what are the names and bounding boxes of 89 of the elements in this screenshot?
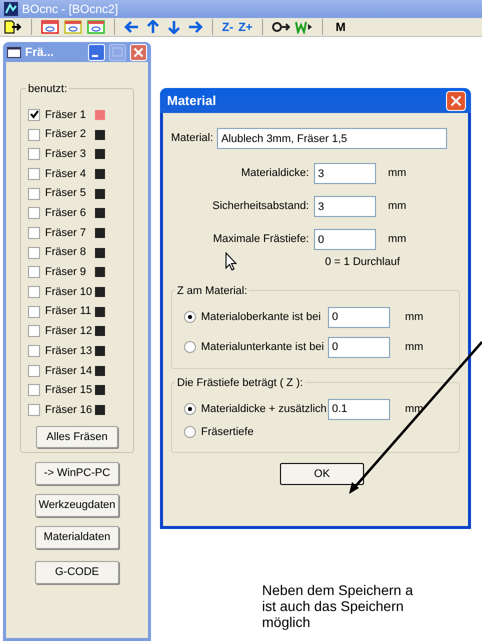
- dialog-title: Material: [167, 92, 216, 110]
- window-title: BOcnc - [BOcnc2]: [22, 1, 118, 18]
- radio-label: Materialunterkante ist bei: [201, 340, 325, 355]
- input-field[interactable]: Alublech 3mm, Fräser 1,5: [217, 128, 448, 149]
- input-field[interactable]: 0: [328, 336, 390, 358]
- checkbox[interactable]: [28, 188, 40, 200]
- checkbox-label: Fräser 2: [45, 127, 87, 142]
- input-field[interactable]: 3: [314, 196, 376, 217]
- checkbox-label: Fräser 10: [45, 284, 94, 300]
- radio-label: Materialdicke + zusätzlich: [201, 402, 328, 417]
- w-arrow-icon[interactable]: [294, 20, 313, 34]
- side-button[interactable]: Materialdaten: [35, 526, 119, 549]
- checkbox-label: Fräser 8: [45, 245, 87, 260]
- arrow-icon[interactable]: [166, 20, 182, 34]
- checkbox[interactable]: [28, 286, 40, 298]
- checkbox[interactable]: [28, 345, 40, 358]
- radio-label: Fräsertiefe: [201, 424, 255, 440]
- checkbox[interactable]: [28, 246, 40, 259]
- annotation-text: Neben dem Speichern a: [262, 582, 413, 598]
- checkbox[interactable]: [28, 266, 40, 278]
- frame-icon[interactable]: [64, 20, 82, 34]
- arrow-icon[interactable]: [187, 20, 203, 34]
- unit-label: mm: [405, 310, 424, 325]
- input-field[interactable]: 0: [314, 229, 376, 250]
- app-icon: [4, 2, 18, 16]
- checkbox-label: Fräser 7: [45, 226, 87, 241]
- checkbox[interactable]: [28, 168, 40, 180]
- checkbox-label: Fräser 12: [45, 324, 94, 340]
- unit-label: mm: [388, 232, 406, 248]
- close-icon[interactable]: [446, 90, 466, 110]
- export-icon[interactable]: [4, 20, 22, 34]
- side-button[interactable]: G-CODE: [35, 561, 119, 584]
- checkbox[interactable]: [28, 364, 40, 377]
- hint-text: 0 = 1 Durchlauf: [325, 255, 401, 270]
- checkbox[interactable]: [28, 404, 40, 416]
- checkbox-label: Fräser 4: [45, 166, 87, 182]
- mill-all-button[interactable]: Alles Fräsen: [36, 426, 118, 448]
- unit-label: mm: [405, 340, 424, 355]
- close-icon[interactable]: [130, 44, 147, 60]
- field-label: Materialdicke:: [240, 166, 310, 182]
- mouse-cursor-icon: [225, 252, 237, 271]
- field-label: Material:: [171, 131, 214, 146]
- annotation-text: ist auch das Speichern: [262, 598, 404, 614]
- checkbox-label: Fräser 9: [45, 265, 87, 280]
- window-icon: [7, 46, 21, 58]
- radio-label: Materialoberkante ist bei: [201, 310, 322, 325]
- checkbox-label: Fräser 5: [45, 186, 87, 202]
- checkbox[interactable]: [28, 306, 40, 318]
- z-plus-button[interactable]: Z+: [238, 18, 253, 36]
- checkbox[interactable]: [28, 384, 40, 396]
- ok-button[interactable]: OK: [280, 463, 364, 485]
- g-arrow-icon[interactable]: [272, 20, 290, 34]
- tool-window-title: Frä...: [25, 44, 54, 61]
- minimize-icon[interactable]: [88, 44, 105, 60]
- frame-icon[interactable]: [87, 20, 105, 34]
- radio-button[interactable]: [184, 426, 196, 438]
- input-field[interactable]: 0.1: [328, 398, 390, 420]
- unit-label: mm: [388, 166, 406, 182]
- checkbox[interactable]: [28, 207, 40, 220]
- maximize-icon: [109, 44, 126, 60]
- checkbox-label: Fräser 14: [45, 364, 94, 379]
- radio-button[interactable]: [184, 403, 196, 415]
- frame-icon[interactable]: [41, 20, 59, 34]
- input-field[interactable]: 3: [314, 163, 376, 184]
- checkbox-label: Fräser 13: [45, 344, 94, 359]
- field-label: Maximale Frästiefe:: [212, 232, 310, 248]
- input-field[interactable]: 0: [328, 306, 390, 328]
- m-button[interactable]: M: [336, 18, 346, 36]
- checkbox[interactable]: [28, 325, 40, 338]
- checkbox[interactable]: [28, 148, 40, 160]
- checkbox[interactable]: [28, 108, 40, 121]
- checkbox[interactable]: [28, 226, 40, 239]
- arrow-icon[interactable]: [124, 20, 140, 34]
- field-label: Sicherheitsabstand:: [211, 199, 310, 214]
- checkbox-label: Fräser 15: [45, 383, 94, 398]
- checkbox-label: Fräser 6: [45, 206, 87, 222]
- side-button[interactable]: -> WinPC-PC: [35, 462, 119, 485]
- z-minus-button[interactable]: Z-: [222, 18, 234, 36]
- checkbox-label: Fräser 3: [45, 146, 87, 162]
- radio-button[interactable]: [184, 341, 196, 353]
- radio-button[interactable]: [184, 311, 196, 323]
- checkbox-label: Fräser 11: [45, 304, 92, 320]
- checkbox[interactable]: [28, 128, 40, 141]
- checkbox-label: Fräser 16: [45, 402, 94, 418]
- side-button[interactable]: Werkzeugdaten: [35, 494, 119, 517]
- annotation-text: möglich: [262, 614, 310, 630]
- unit-label: mm: [388, 199, 406, 214]
- checkbox-label: Fräser 1: [45, 108, 87, 123]
- arrow-icon[interactable]: [145, 20, 161, 34]
